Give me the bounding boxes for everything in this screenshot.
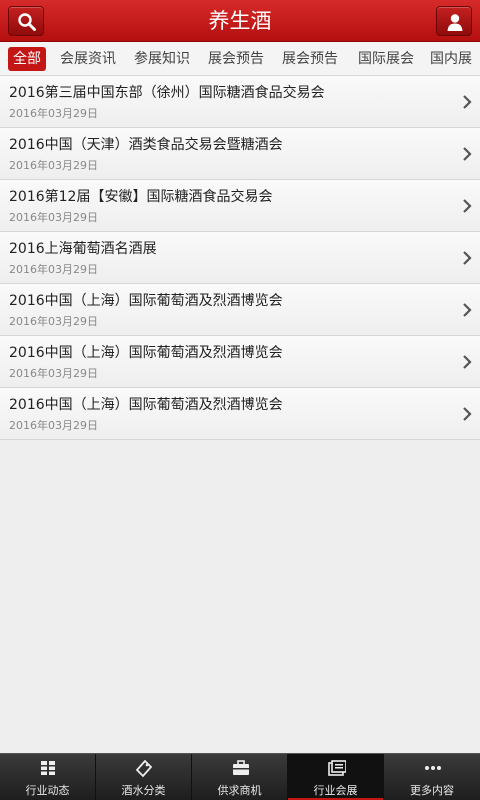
list-item[interactable]: 2016中国（上海）国际葡萄酒及烈酒博览会 2016年03月29日 — [0, 284, 480, 336]
tag-icon — [136, 760, 152, 778]
item-date: 2016年03月29日 — [9, 159, 98, 172]
item-date: 2016年03月29日 — [9, 419, 98, 432]
nav-label: 行业动态 — [25, 784, 70, 797]
list-item[interactable]: 2016中国（上海）国际葡萄酒及烈酒博览会 2016年03月29日 — [0, 336, 480, 388]
nav-liquor-categories[interactable]: 酒水分类 — [96, 754, 192, 800]
item-title: 2016中国（上海）国际葡萄酒及烈酒博览会 — [9, 345, 283, 361]
user-button[interactable] — [436, 6, 472, 36]
tab-all[interactable]: 全部 — [8, 47, 46, 71]
calendar-icon — [328, 760, 346, 776]
chevron-right-icon — [463, 251, 472, 265]
chevron-right-icon — [463, 95, 472, 109]
tab-international-exhibitions[interactable]: 国际展会 — [356, 47, 416, 71]
item-title: 2016第12届【安徽】国际糖酒食品交易会 — [9, 189, 273, 205]
nav-industry-exhibitions[interactable]: 行业会展 — [288, 754, 384, 800]
item-date: 2016年03月29日 — [9, 107, 98, 120]
bottom-nav: 行业动态 酒水分类 供求商机 行业会展 更多内容 — [0, 753, 480, 800]
list-item[interactable]: 2016中国（天津）酒类食品交易会暨糖酒会 2016年03月29日 — [0, 128, 480, 180]
item-date: 2016年03月29日 — [9, 211, 98, 224]
nav-more-content[interactable]: 更多内容 — [384, 754, 480, 800]
nav-label: 更多内容 — [410, 784, 454, 797]
chevron-right-icon — [463, 199, 472, 213]
app-header: 养生酒 — [0, 0, 480, 42]
nav-label: 行业会展 — [313, 784, 358, 797]
page-title: 养生酒 — [208, 9, 272, 33]
item-title: 2016中国（天津）酒类食品交易会暨糖酒会 — [9, 137, 283, 153]
item-title: 2016中国（上海）国际葡萄酒及烈酒博览会 — [9, 293, 283, 309]
list-item[interactable]: 2016第三届中国东部（徐州）国际糖酒食品交易会 2016年03月29日 — [0, 76, 480, 128]
nav-label: 供求商机 — [217, 784, 262, 797]
user-icon — [447, 14, 463, 31]
item-date: 2016年03月29日 — [9, 315, 98, 328]
chevron-right-icon — [463, 407, 472, 421]
tab-exhibition-preview[interactable]: 展会预告 — [206, 47, 266, 71]
tab-exhibit-knowledge[interactable]: 参展知识 — [132, 47, 192, 71]
briefcase-icon — [233, 760, 249, 775]
item-title: 2016第三届中国东部（徐州）国际糖酒食品交易会 — [9, 85, 325, 101]
tab-exhibition-preview-2[interactable]: 展会预告 — [280, 47, 340, 71]
more-icon — [425, 766, 441, 770]
item-title: 2016中国（上海）国际葡萄酒及烈酒博览会 — [9, 397, 283, 413]
tab-exhibition-news[interactable]: 会展资讯 — [58, 47, 118, 71]
tab-domestic-exhibitions[interactable]: 国内展 — [430, 47, 480, 71]
exhibition-list: 2016第三届中国东部（徐州）国际糖酒食品交易会 2016年03月29日 201… — [0, 76, 480, 440]
chevron-right-icon — [463, 355, 472, 369]
nav-supply-demand[interactable]: 供求商机 — [192, 754, 288, 800]
chevron-right-icon — [463, 147, 472, 161]
nav-industry-news[interactable]: 行业动态 — [0, 754, 96, 800]
grid-icon — [41, 761, 55, 775]
list-item[interactable]: 2016中国（上海）国际葡萄酒及烈酒博览会 2016年03月29日 — [0, 388, 480, 440]
item-date: 2016年03月29日 — [9, 367, 98, 380]
nav-label: 酒水分类 — [121, 784, 166, 797]
category-tabs: 全部 会展资讯 参展知识 展会预告 展会预告 国际展会 国内展 — [0, 42, 480, 76]
list-item[interactable]: 2016第12届【安徽】国际糖酒食品交易会 2016年03月29日 — [0, 180, 480, 232]
item-date: 2016年03月29日 — [9, 263, 98, 276]
chevron-right-icon — [463, 303, 472, 317]
list-item[interactable]: 2016上海葡萄酒名酒展 2016年03月29日 — [0, 232, 480, 284]
item-title: 2016上海葡萄酒名酒展 — [9, 241, 157, 257]
